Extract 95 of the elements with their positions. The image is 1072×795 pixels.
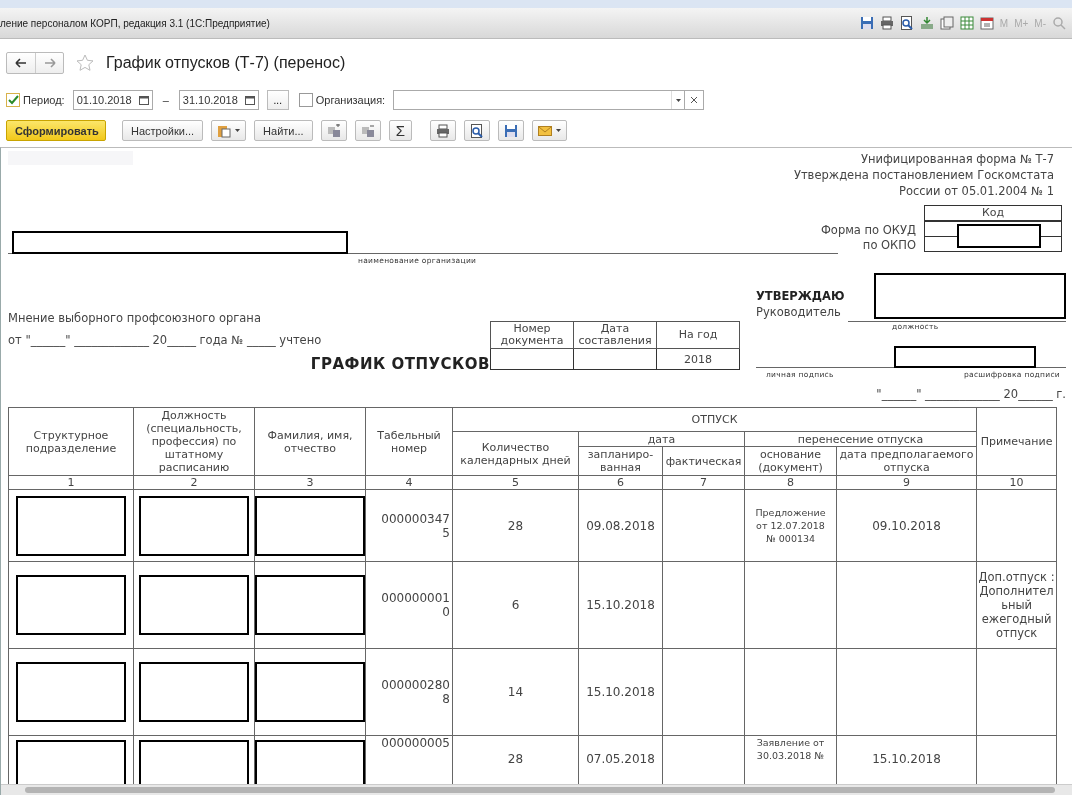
period-label: Период: xyxy=(23,94,65,106)
code-label: Форма по ОКУД xyxy=(819,223,916,238)
table-header: запланиро-ванная xyxy=(578,446,663,476)
table-header: Должность (специальность, профессия) по штатному расписанию xyxy=(133,407,255,476)
table-header: Код xyxy=(924,205,1062,221)
column-number: 7 xyxy=(662,475,745,490)
form-text: от "______" _____________ 20_____ года № _____ учтено xyxy=(8,332,323,349)
column-number: 4 xyxy=(365,475,453,490)
column-number: 6 xyxy=(578,475,663,490)
role-label: Руководитель xyxy=(756,304,842,320)
table-header: ОТПУСК xyxy=(452,407,977,432)
envelope-icon xyxy=(537,124,552,137)
form-note: России от 05.01.2004 № 1 xyxy=(897,183,1054,199)
table-cell: 09.08.2018 xyxy=(578,489,663,562)
column-number: 1 xyxy=(8,475,134,490)
table-header: Структурное подразделение xyxy=(8,407,134,476)
table-header: основание (документ) xyxy=(744,446,837,476)
clipboard-icon xyxy=(217,123,232,138)
table-cell: 09.10.2018 xyxy=(836,489,977,562)
dash-text: – xyxy=(162,94,169,106)
print-button[interactable] xyxy=(429,120,456,141)
spreadsheet-icon[interactable] xyxy=(959,16,974,30)
table-cell: 28 xyxy=(452,489,579,562)
table-cell: 15.10.2018 xyxy=(578,648,663,736)
find-button[interactable]: Найти... xyxy=(254,120,313,141)
calendar-icon[interactable] xyxy=(138,95,149,105)
calendar-icon[interactable] xyxy=(244,95,255,105)
column-number: 5 xyxy=(452,475,579,490)
organization-field[interactable] xyxy=(393,90,686,110)
organization-label: Организация: xyxy=(315,94,386,106)
table-cell: Предложение от 12.07.2018 № 000134 xyxy=(744,489,837,562)
sum-button[interactable]: Σ xyxy=(388,120,412,141)
column-number: 3 xyxy=(254,475,366,490)
approve-heading: УТВЕРЖДАЮ xyxy=(756,288,845,304)
groups-icon xyxy=(360,123,375,138)
form-note: Унифицированная форма № Т-7 xyxy=(859,151,1054,167)
dropdown-icon xyxy=(555,129,561,132)
preview-icon xyxy=(469,123,484,138)
tray-icon[interactable] xyxy=(919,16,934,30)
settings-button[interactable]: Настройки... xyxy=(122,120,204,141)
table-header: Количество календарных дней xyxy=(452,431,579,476)
table-header: Табельный номер xyxy=(365,407,453,476)
more-button[interactable]: ... xyxy=(266,90,289,110)
table-cell: 14 xyxy=(452,648,579,736)
table-header: фактическая xyxy=(662,446,745,476)
column-number: 8 xyxy=(744,475,837,490)
save-button[interactable] xyxy=(497,120,524,141)
date-field[interactable]: 01.10.2018 xyxy=(72,90,153,110)
star-icon[interactable] xyxy=(76,54,94,72)
dropdown-icon xyxy=(235,129,241,132)
groups-icon xyxy=(326,123,341,138)
calendar-icon[interactable] xyxy=(979,16,994,30)
search-icon[interactable] xyxy=(1052,16,1066,30)
table-header: На год xyxy=(656,321,740,349)
close-icon[interactable] xyxy=(691,97,698,103)
column-number: 10 xyxy=(976,475,1057,490)
scrollbar-thumb[interactable] xyxy=(25,787,1055,793)
copy-button[interactable] xyxy=(211,120,247,141)
checkbox[interactable] xyxy=(298,93,313,107)
preview-icon[interactable] xyxy=(899,16,914,30)
table-cell: 0000002808 xyxy=(365,648,453,736)
table-cell: 15.10.2018 xyxy=(578,561,663,649)
table-cell: 0000003475 xyxy=(365,489,453,562)
generate-button[interactable]: Сформировать xyxy=(6,120,106,141)
code-label: по ОКПО xyxy=(861,238,916,253)
expand-groups-button[interactable] xyxy=(320,120,347,141)
mail-button[interactable] xyxy=(531,120,567,141)
table-cell: 2018 xyxy=(656,348,740,370)
table-header: Дата составления xyxy=(573,321,657,349)
column-number: 9 xyxy=(836,475,977,490)
preview-button[interactable] xyxy=(463,120,490,141)
table-header: Примечание xyxy=(976,407,1057,476)
table-header: дата xyxy=(578,431,745,447)
documents-icon[interactable] xyxy=(939,16,954,30)
table-header: Фамилия, имя, отчество xyxy=(254,407,366,476)
date-line: "______" _____________ 20______ г. xyxy=(875,387,1066,401)
date-field[interactable]: 31.10.2018 xyxy=(178,90,259,110)
printer-icon[interactable] xyxy=(879,16,894,30)
collapse-groups-button[interactable] xyxy=(354,120,381,141)
checkbox[interactable] xyxy=(6,93,20,107)
table-cell: 0000000010 xyxy=(365,561,453,649)
document-title: ГРАФИК ОТПУСКОВ xyxy=(309,354,490,375)
right-arrow-icon xyxy=(43,58,56,68)
page-title: График отпусков (Т-7) (перенос) xyxy=(106,54,346,72)
form-text: Мнение выборного профсоюзного органа xyxy=(8,310,262,327)
table-cell: 6 xyxy=(452,561,579,649)
column-number: 2 xyxy=(133,475,255,490)
table-cell: Доп.отпуск : Дополнительный ежегодный отпуск xyxy=(976,561,1057,649)
form-note: Утверждена постановлением Госкомстата xyxy=(793,167,1054,183)
left-arrow-icon xyxy=(15,58,27,68)
printer-icon xyxy=(435,123,450,138)
window-title: ление персоналом КОРП, редакция 3.1 (1С:Предприятие) xyxy=(0,17,270,29)
table-header: Номер документа xyxy=(490,321,574,349)
scrollbar[interactable] xyxy=(1,784,1072,795)
dropdown-icon[interactable] xyxy=(675,98,681,102)
